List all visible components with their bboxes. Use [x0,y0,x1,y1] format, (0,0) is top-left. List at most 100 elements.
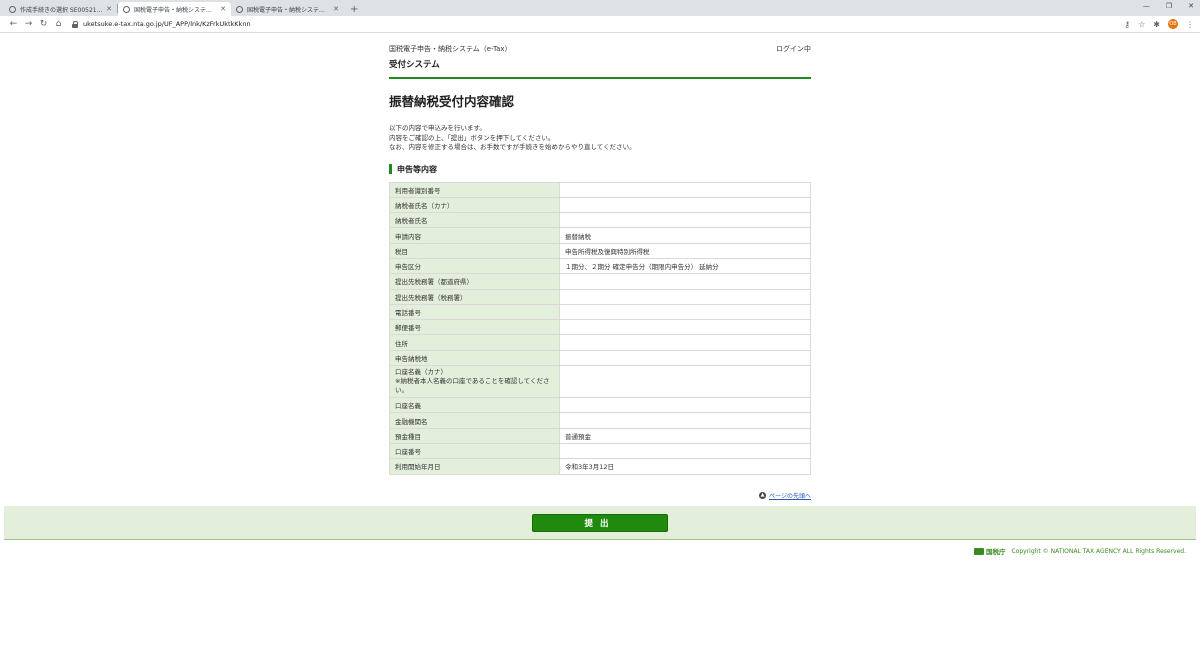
site-header: 国税電子申告・納税システム（e-Tax） 受付システム ログイン中 [389,33,811,79]
table-row: 住所 [389,334,811,351]
table-row: 税目 申告所得税及復興特別所得税 [389,242,811,259]
row-value [559,273,811,290]
row-value [559,181,811,198]
table-row: 口座番号 [389,442,811,460]
browser-tab-1[interactable]: 作成手続きの選択 SE005210 国税 ✕ [4,2,117,16]
globe-icon [123,5,130,13]
page-top-link-text[interactable]: ページの先頭へ [769,491,811,500]
sub-system-name: 受付システム [389,60,440,70]
row-label: 納税者氏名 [389,212,560,229]
table-row: 郵便番号 [389,319,811,336]
close-icon[interactable]: ✕ [106,5,112,13]
table-row: 利用開始年月日 令和3年3月12日 [389,458,811,475]
tab-title: 国税電子申告・納税システム - SUIU [134,6,217,14]
row-label-text: 口座名義（カナ） [395,368,447,377]
browser-tab-3[interactable]: 国税電子申告・納税システム - SUIU ✕ [231,2,344,16]
row-value [559,397,811,414]
row-label: 税目 [389,242,560,259]
nta-logo-text: 国税庁 [985,548,1006,556]
row-value [559,442,811,460]
close-icon[interactable]: ✕ [220,5,226,13]
menu-icon[interactable]: ⋮ [1186,20,1194,29]
row-label: 郵便番号 [389,319,560,336]
toolbar-actions: ⚷ ☆ ✱ OB ⋮ [1124,19,1194,29]
row-value [559,212,811,229]
row-label: 預金種目 [389,427,560,444]
row-label-text: 預金種目 [395,432,421,441]
row-value [559,303,811,321]
login-status: ログイン中 [776,45,811,53]
row-value [559,288,811,305]
table-row: 金融機関名 [389,412,811,429]
section-marker [389,164,392,174]
key-icon[interactable]: ⚷ [1124,20,1130,29]
table-row: 電話番号 [389,303,811,321]
row-label-text: 税目 [395,247,408,256]
row-label-text: 申請内容 [395,232,421,241]
page: 国税電子申告・納税システム（e-Tax） 受付システム ログイン中 振替納税受付… [0,33,1200,556]
close-window-icon[interactable]: ✕ [1188,2,1194,10]
row-label-text: 申告区分 [395,263,421,272]
row-label-text: 金融機関名 [395,417,428,426]
row-label-text: 郵便番号 [395,324,421,333]
browser-tab-2[interactable]: 国税電子申告・納税システム - SUIU ✕ [118,2,231,16]
system-name: 国税電子申告・納税システム（e-Tax） [389,45,512,53]
row-label-text: 申告納税地 [395,354,428,363]
close-icon[interactable]: ✕ [333,5,339,13]
lock-icon[interactable] [72,21,78,28]
row-label-text: 納税者氏名（カナ） [395,201,454,210]
row-value: 振替納税 [559,227,811,244]
table-row: 申告区分 １期分、２期分 確定申告分（期限内申告分） 延納分 [389,257,811,275]
row-label: 納税者氏名（カナ） [389,196,560,214]
page-title: 振替納税受付内容確認 [389,94,515,109]
row-label-text: 納税者氏名 [395,217,428,226]
table-row: 申告納税地 [389,349,811,367]
row-value [559,196,811,214]
row-label-text: 利用者識別番号 [395,186,441,195]
page-top-link[interactable]: ▲ ページの先頭へ [389,491,811,500]
submit-button[interactable]: 提出 [532,514,668,532]
reload-icon[interactable]: ↻ [36,19,51,29]
table-row: 納税者氏名（カナ） [389,196,811,214]
home-icon[interactable]: ⌂ [51,19,66,29]
submit-band: 提出 [4,506,1196,540]
row-label-text: 口座名義 [395,402,421,411]
section-title: 申告等内容 [389,164,811,175]
extensions-icon[interactable]: ✱ [1153,20,1160,29]
row-value [559,319,811,336]
table-row: 提出先税務署（都道府県） [389,273,811,290]
table-row: 提出先税務署（税務署） [389,288,811,305]
row-value: １期分、２期分 確定申告分（期限内申告分） 延納分 [559,257,811,275]
row-label-text: 電話番号 [395,309,421,318]
row-label: 利用開始年月日 [389,458,560,475]
address-bar[interactable]: uketsuke.e-tax.nta.go.jp/UF_APP/lnk/KzFr… [72,18,1124,31]
copyright: Copyright © NATIONAL TAX AGENCY ALL Righ… [1011,547,1186,555]
row-value [559,365,811,399]
restore-icon[interactable]: ❐ [1166,2,1172,10]
row-value: 普通預金 [559,427,811,444]
new-tab-icon[interactable]: + [350,4,358,15]
row-label: 申請内容 [389,227,560,244]
star-icon[interactable]: ☆ [1138,20,1145,29]
forward-icon[interactable]: → [21,19,36,29]
intro-line: 内容をご確認の上、「提出」ボタンを押下してください。 [389,133,555,142]
info-table: 利用者識別番号納税者氏名（カナ） 納税者氏名申請内容 振替納税 税目 申告所得税及復興特… [389,181,811,475]
globe-icon [236,5,243,13]
profile-avatar[interactable]: OB [1168,19,1178,29]
footer: 国税庁 Copyright © NATIONAL TAX AGENCY ALL … [973,546,1186,556]
nta-logo-icon [973,547,984,555]
arrow-up-icon: ▲ [759,491,767,499]
url-text: uketsuke.e-tax.nta.go.jp/UF_APP/lnk/KzFr… [83,20,251,28]
globe-icon [9,5,16,13]
row-label-text: 利用開始年月日 [395,463,441,472]
row-label-text: 提出先税務署（税務署） [395,293,467,302]
row-note: ※納税者本人名義の口座であることを確認してください。 [395,377,550,395]
browser-toolbar: ← → ↻ ⌂ uketsuke.e-tax.nta.go.jp/UF_APP/… [0,16,1200,33]
intro-text: 以下の内容で申込みを行います。 内容をご確認の上、「提出」ボタンを押下してくださ… [389,124,811,153]
table-row: 納税者氏名 [389,212,811,229]
back-icon[interactable]: ← [6,19,21,29]
row-value [559,334,811,351]
window-controls: — ❐ ✕ [1143,2,1194,10]
minimize-icon[interactable]: — [1143,2,1150,10]
nta-logo: 国税庁 [973,546,1006,556]
